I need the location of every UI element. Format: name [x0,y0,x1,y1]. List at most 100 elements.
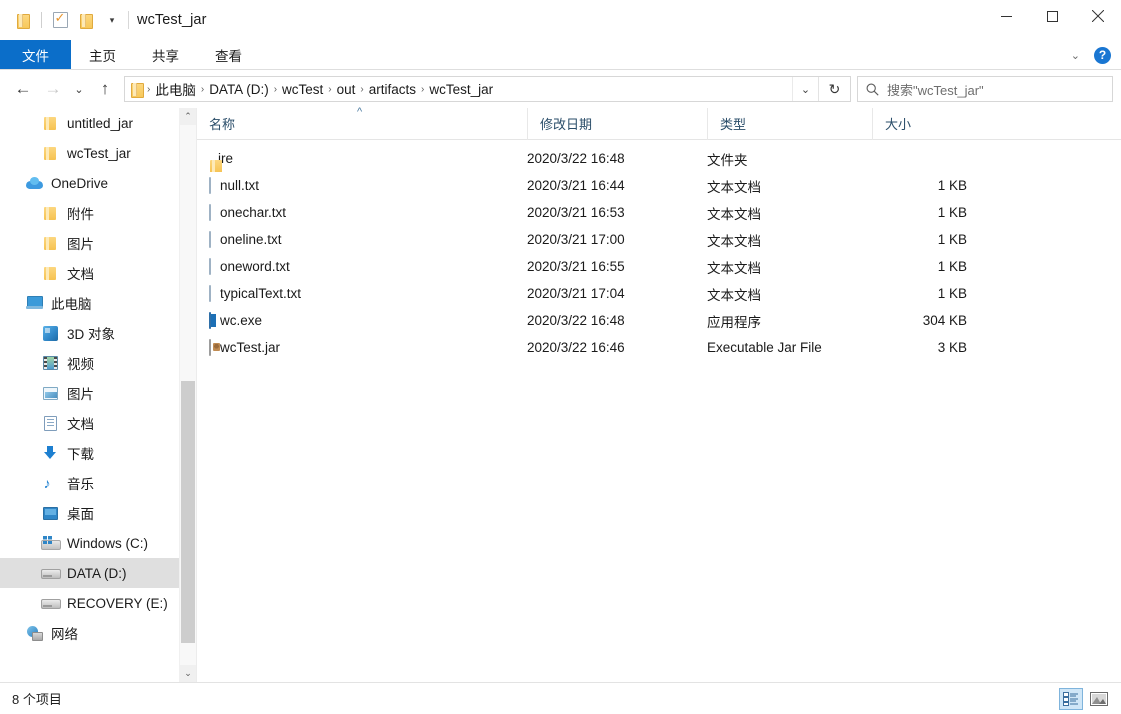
file-name: wcTest.jar [220,340,281,355]
sidebar-item-pictures[interactable]: 图片 [0,378,196,408]
breadcrumb-dropdown-chevron-down-icon[interactable]: ⌄ [792,77,818,101]
table-row[interactable]: wc.exe 2020/3/22 16:48 应用程序 304 KB [197,307,1121,334]
file-name: wc.exe [220,313,263,328]
breadcrumb-item-3[interactable]: out [333,82,360,97]
sidebar-item-untitled-jar[interactable]: untitled_jar [0,108,196,138]
sidebar-item-label: 图片 [67,237,94,252]
breadcrumb-item-2[interactable]: wcTest [278,82,327,97]
tab-share[interactable]: 共享 [134,40,197,70]
close-button[interactable] [1075,0,1121,32]
file-size: 1 KB [937,232,967,247]
column-header-date[interactable]: 修改日期 [527,107,707,140]
breadcrumb-item-1[interactable]: DATA (D:) [205,82,273,97]
scroll-up-arrow-icon[interactable]: ⌃ [180,108,196,125]
help-icon[interactable]: ? [1094,46,1111,64]
column-header-type[interactable]: 类型 [707,107,872,140]
sidebar-item-onedrive-documents[interactable]: 文档 [0,258,196,288]
sidebar-item-documents[interactable]: 文档 [0,408,196,438]
sidebar-item-network[interactable]: 网络 [0,618,196,648]
expand-ribbon-chevron-down-icon[interactable]: ⌄ [1065,49,1086,62]
column-header-name[interactable]: 名称 ^ [197,106,527,140]
sidebar-item-label: 此电脑 [51,297,92,312]
tab-home[interactable]: 主页 [71,40,134,70]
file-name-cell: oneword.txt [197,253,527,280]
quick-access-folder-icon[interactable] [10,7,36,33]
file-size: 1 KB [937,178,967,193]
file-name-cell: typicalText.txt [197,280,527,307]
sidebar-item-data-d[interactable]: DATA (D:) [0,558,196,588]
sidebar-item-label: RECOVERY (E:) [67,595,168,611]
tab-view[interactable]: 查看 [197,40,260,70]
file-list-pane: 名称 ^ 修改日期 类型 大小 jre 2020/3/22 16:48 文件夹 [196,106,1121,682]
file-name: oneline.txt [220,232,282,247]
large-icons-view-icon [1090,691,1108,706]
file-size: 304 KB [922,313,967,328]
documents-icon [40,415,60,431]
sidebar-item-label: 文档 [67,267,94,282]
breadcrumb-item-4[interactable]: artifacts [365,82,420,97]
folder-icon [40,206,60,221]
column-header-size[interactable]: 大小 [872,107,977,140]
file-date: 2020/3/21 17:04 [527,286,625,301]
sidebar-item-3d-objects[interactable]: 3D 对象 [0,318,196,348]
navigation-list: untitled_jar wcTest_jar OneDrive 附件 图片 文… [0,108,196,648]
table-row[interactable]: wcTest.jar 2020/3/22 16:46 Executable Ja… [197,334,1121,361]
tab-file[interactable]: 文件 [0,40,71,70]
sidebar-item-downloads[interactable]: 下载 [0,438,196,468]
file-name: null.txt [220,178,260,193]
search-input[interactable]: 搜索"wcTest_jar" [857,76,1113,102]
this-pc-icon [24,296,44,310]
breadcrumb-item-0[interactable]: 此电脑 [151,79,200,99]
sidebar-item-desktop[interactable]: 桌面 [0,498,196,528]
breadcrumb[interactable]: › 此电脑 › DATA (D:) › wcTest › out › artif… [124,76,851,102]
sidebar-item-onedrive-pictures[interactable]: 图片 [0,228,196,258]
scroll-down-arrow-icon[interactable]: ⌄ [180,665,196,682]
up-button[interactable]: ↑ [90,74,120,104]
scrollbar-thumb[interactable] [181,381,195,643]
videos-icon [40,356,60,370]
details-view-button[interactable] [1059,687,1083,710]
refresh-icon[interactable]: ↻ [818,77,850,101]
table-row[interactable]: jre 2020/3/22 16:48 文件夹 [197,145,1121,172]
breadcrumb-item-5[interactable]: wcTest_jar [425,82,497,97]
minimize-button[interactable] [983,0,1029,32]
sidebar-item-recovery-e[interactable]: RECOVERY (E:) [0,588,196,618]
table-row[interactable]: onechar.txt 2020/3/21 16:53 文本文档 1 KB [197,199,1121,226]
sidebar-item-onedrive[interactable]: OneDrive [0,168,196,198]
file-type: 文本文档 [707,260,761,276]
table-row[interactable]: oneword.txt 2020/3/21 16:55 文本文档 1 KB [197,253,1121,280]
sidebar-item-attachments[interactable]: 附件 [0,198,196,228]
window-controls [983,0,1121,40]
jar-file-icon [209,339,211,356]
file-type: 应用程序 [707,314,761,330]
properties-icon[interactable] [47,7,73,33]
sidebar-item-wctest-jar[interactable]: wcTest_jar [0,138,196,168]
sidebar-item-music[interactable]: ♪ 音乐 [0,468,196,498]
new-folder-icon[interactable] [73,7,99,33]
drive-icon [40,568,61,579]
folder-icon [40,236,60,251]
large-icons-view-button[interactable] [1087,688,1111,710]
ribbon-right-controls: ⌄ ? [1065,40,1121,70]
file-type: Executable Jar File [707,340,822,355]
file-date: 2020/3/21 16:55 [527,259,625,274]
maximize-button[interactable] [1029,0,1075,32]
file-date: 2020/3/21 16:44 [527,178,625,193]
file-date: 2020/3/21 17:00 [527,232,625,247]
downloads-icon [40,445,60,461]
network-icon [24,626,44,641]
table-row[interactable]: oneline.txt 2020/3/21 17:00 文本文档 1 KB [197,226,1121,253]
text-file-icon [209,177,211,194]
sidebar-item-videos[interactable]: 视频 [0,348,196,378]
sidebar-scrollbar[interactable]: ⌃ ⌄ [179,108,196,682]
table-row[interactable]: null.txt 2020/3/21 16:44 文本文档 1 KB [197,172,1121,199]
sidebar-item-label: DATA (D:) [67,565,127,581]
music-icon: ♪ [43,474,51,491]
recent-locations-chevron-down-icon[interactable]: ⌄ [68,74,90,104]
sidebar-item-windows-c[interactable]: Windows (C:) [0,528,196,558]
back-button[interactable]: ← [8,74,38,104]
sidebar-item-this-pc[interactable]: 此电脑 [0,288,196,318]
table-row[interactable]: typicalText.txt 2020/3/21 17:04 文本文档 1 K… [197,280,1121,307]
customize-quick-access-chevron-down-icon[interactable]: ▾ [99,7,125,33]
title-bar: ▾ wcTest_jar [0,0,1121,40]
